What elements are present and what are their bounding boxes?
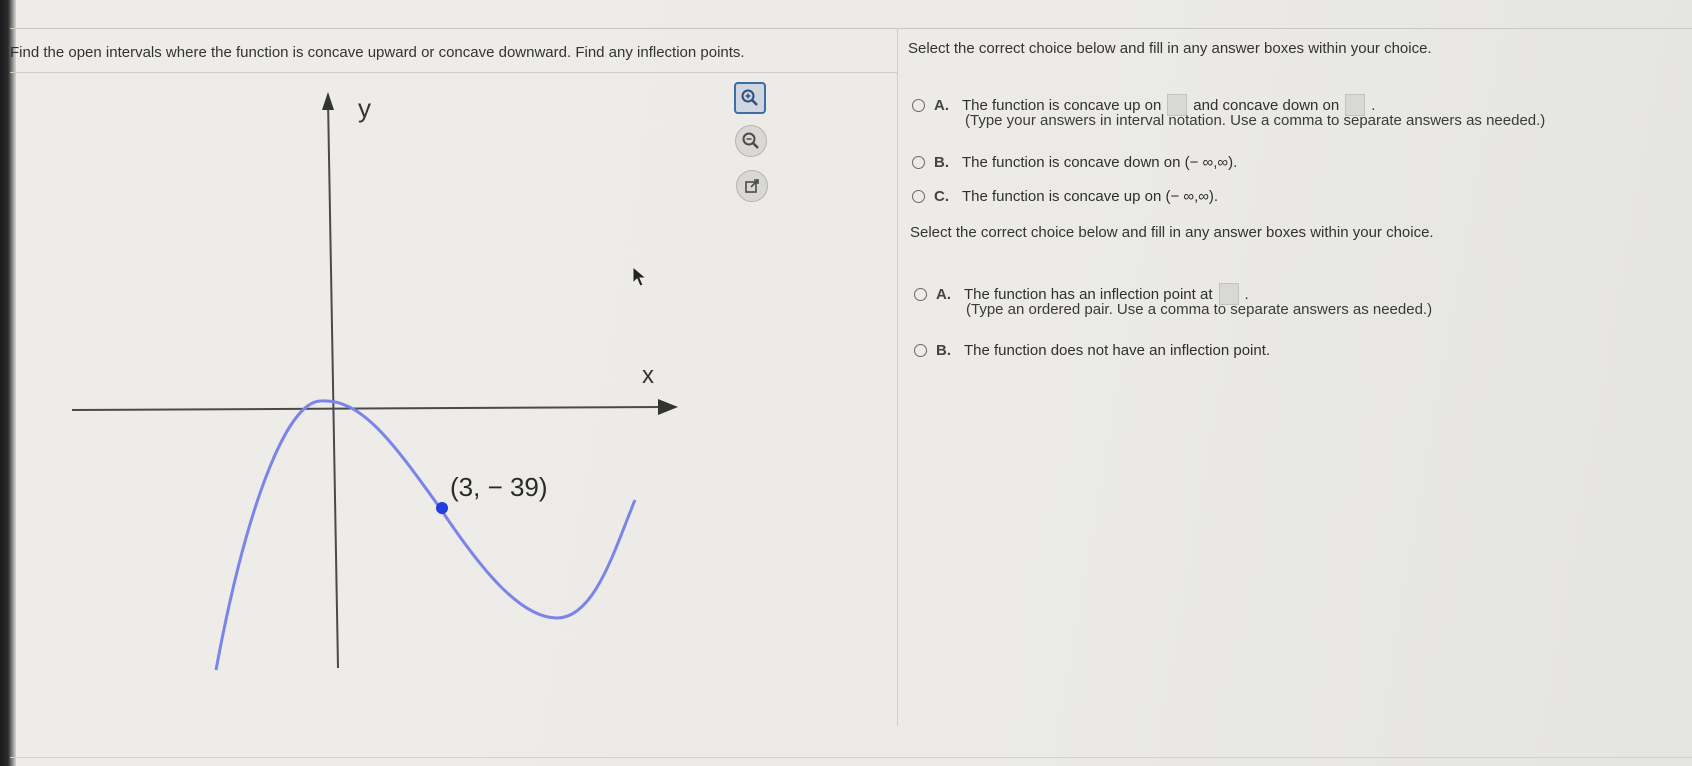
header-divider [10,28,1692,29]
choice-1b[interactable]: B. The function is concave down on (− ∞,… [912,154,1237,171]
marked-point [436,502,448,514]
choice-2b-text: The function does not have an inflection… [964,342,1271,359]
section2-hint: (Type an ordered pair. Use a comma to se… [966,301,1433,318]
footer-divider [10,757,1692,758]
monitor-bezel [0,0,16,766]
zoom-out-button[interactable] [735,125,767,157]
choice-1b-text: The function is concave down on (− ∞,∞). [962,154,1238,171]
question-text: Find the open intervals where the functi… [10,44,745,61]
question-divider [10,72,897,73]
radio-1b[interactable] [912,156,925,169]
choice-1b-letter: B. [934,154,949,171]
choice-1c-text: The function is concave up on (− ∞,∞). [962,188,1219,205]
mouse-cursor-icon [632,266,648,287]
x-axis [71,406,661,411]
y-axis-label: y [358,93,371,123]
function-graph: y x (3, − 39) [71,92,678,671]
zoom-out-icon [742,132,759,149]
function-curve [214,399,637,671]
choice-2a-text3: . [1244,285,1249,303]
marked-point-label: (3, − 39) [450,472,548,502]
zoom-in-button[interactable] [734,82,766,114]
choice-1c[interactable]: C. The function is concave up on (− ∞,∞)… [912,188,1218,205]
choice-1a-text2: and concave down on [1193,96,1340,114]
choice-2a-text: The function has an inflection point at [964,285,1213,303]
section2-instruction: Select the correct choice below and fill… [910,224,1434,241]
y-axis [327,99,339,669]
open-new-window-icon [745,179,759,193]
panel-divider [897,28,898,726]
choice-1c-letter: C. [934,188,949,205]
section1-instruction: Select the correct choice below and fill… [908,40,1432,57]
choice-2a-letter: A. [936,285,951,303]
x-axis-arrow [658,399,678,415]
choice-2b[interactable]: B. The function does not have an inflect… [914,342,1270,359]
zoom-in-icon [741,89,758,106]
y-axis-arrow [322,92,334,110]
x-axis-label: x [642,362,654,389]
choice-1a-text3: . [1371,96,1376,114]
radio-1a[interactable] [912,98,925,112]
choice-1a-text: The function is concave up on [962,96,1162,114]
radio-2a[interactable] [914,287,927,301]
section1-hint: (Type your answers in interval notation.… [965,112,1546,129]
radio-1c[interactable] [912,190,925,203]
choice-2b-letter: B. [936,342,951,359]
radio-2b[interactable] [914,344,927,357]
open-new-window-button[interactable] [736,170,768,202]
choice-1a-letter: A. [934,96,949,114]
